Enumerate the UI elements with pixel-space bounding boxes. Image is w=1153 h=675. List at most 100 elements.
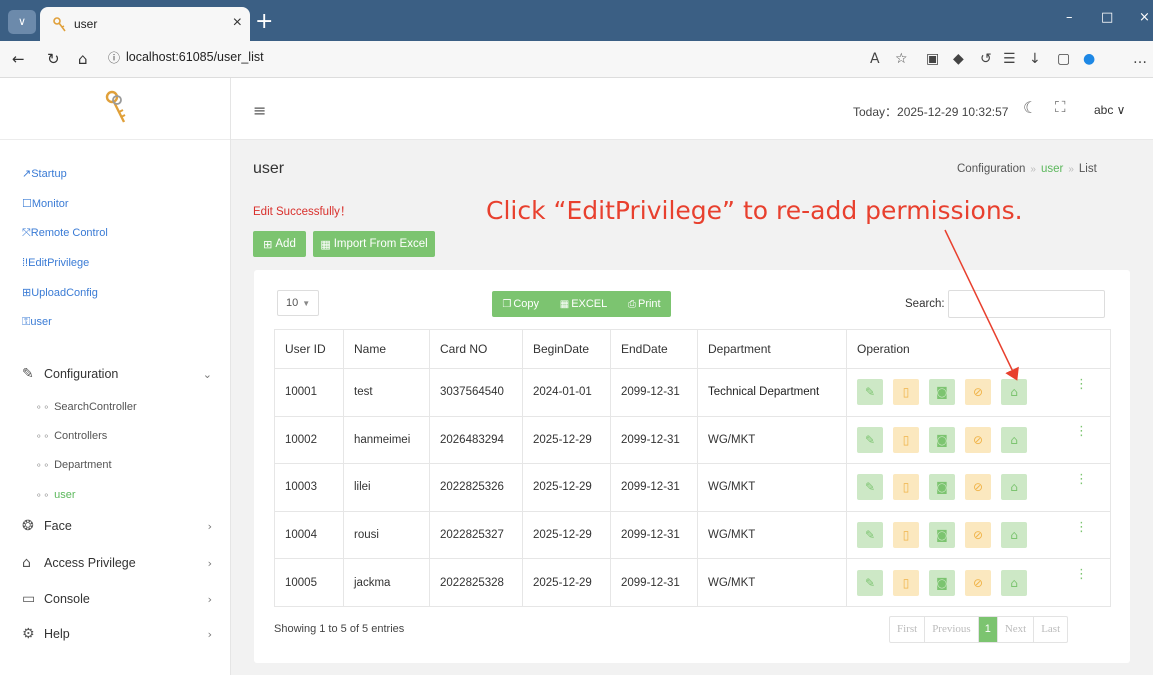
more-options-icon[interactable]: ⋮ <box>1075 472 1088 487</box>
column-header-begin-date[interactable]: BeginDate <box>522 329 611 369</box>
add-button[interactable]: ⊞ Add <box>253 231 306 257</box>
quick-link-editprivilege[interactable]: ⁞!EditPrivilege <box>22 257 89 269</box>
menu-configuration[interactable]: ✎ Configuration ⌄ <box>22 366 212 382</box>
camera-icon: ◙ <box>936 528 948 543</box>
search-label: Search: <box>905 298 945 310</box>
chevron-down-icon: ⌄ <box>202 368 212 381</box>
row-cell-department: WG/MKT <box>697 415 847 465</box>
copilot-icon[interactable]: ● <box>1083 51 1095 67</box>
back-icon[interactable]: ← <box>12 50 25 68</box>
disable-button[interactable]: ⊘ <box>965 522 991 549</box>
more-icon[interactable]: … <box>1133 51 1147 67</box>
menu-item-searchcontroller[interactable]: ⚬⚬ SearchController <box>35 401 137 413</box>
print-button[interactable]: ⎙ Print <box>628 298 661 310</box>
page-size-select[interactable]: 10 ▼ <box>277 290 319 316</box>
lock-button[interactable]: ⌂ <box>1001 379 1027 406</box>
column-header-department[interactable]: Department <box>697 329 847 369</box>
tab-actions-button[interactable]: ∨ <box>8 10 36 34</box>
excel-button[interactable]: ▦ EXCEL <box>560 298 608 310</box>
lock-icon: ⌂ <box>1010 432 1018 447</box>
reload-icon[interactable]: ↻ <box>47 50 60 68</box>
delete-button[interactable]: ▯ <box>893 474 919 501</box>
browser-tab[interactable]: user × <box>40 7 250 41</box>
menu-console[interactable]: ▭ Console › <box>22 591 212 607</box>
download-icon[interactable]: ↓ <box>1029 51 1041 67</box>
edit-button[interactable]: ✎ <box>857 379 883 406</box>
menu-access-privilege[interactable]: ⌂ Access Privilege › <box>22 555 212 571</box>
copy-button[interactable]: ❐ Copy <box>502 298 539 310</box>
column-header-end-date[interactable]: EndDate <box>610 329 698 369</box>
search-input[interactable] <box>948 290 1105 318</box>
fullscreen-icon[interactable]: ⛶ <box>1055 98 1066 116</box>
camera-button[interactable]: ◙ <box>929 474 955 501</box>
new-tab-button[interactable]: + <box>255 9 273 34</box>
screenshot-icon[interactable]: ▢ <box>1057 51 1070 67</box>
pager-first[interactable]: First <box>890 617 926 642</box>
row-cell-begin-date: 2025-12-29 <box>522 463 611 512</box>
delete-button[interactable]: ▯ <box>893 379 919 406</box>
extension-icon[interactable]: ▣ <box>926 51 939 67</box>
menu-item-controllers[interactable]: ⚬⚬ Controllers <box>35 430 107 442</box>
disable-button[interactable]: ⊘ <box>965 569 991 596</box>
lock-button[interactable]: ⌂ <box>1001 569 1027 596</box>
quick-link-remote-control[interactable]: ⤧Remote Control <box>22 227 108 240</box>
camera-button[interactable]: ◙ <box>929 379 955 406</box>
more-options-icon[interactable]: ⋮ <box>1075 377 1088 392</box>
refresh-extension-icon[interactable]: ↺ <box>980 51 992 67</box>
more-options-icon[interactable]: ⋮ <box>1075 424 1088 439</box>
quick-link-monitor[interactable]: ☐Monitor <box>22 197 69 210</box>
camera-button[interactable]: ◙ <box>929 426 955 453</box>
address-bar[interactable]: ⓘ localhost:61085/user_list <box>104 46 274 70</box>
delete-button[interactable]: ▯ <box>893 569 919 596</box>
quick-link-user[interactable]: ⚿user <box>22 316 52 329</box>
quick-link-startup[interactable]: ↗Startup <box>22 167 67 180</box>
camera-button[interactable]: ◙ <box>929 522 955 549</box>
disable-button[interactable]: ⊘ <box>965 379 991 406</box>
more-options-icon[interactable]: ⋮ <box>1075 520 1088 535</box>
menu-item-department[interactable]: ⚬⚬ Department <box>35 459 112 471</box>
user-menu[interactable]: abc ∨ <box>1094 103 1125 117</box>
home-icon[interactable]: ⌂ <box>78 50 88 68</box>
tab-close-icon[interactable]: × <box>233 14 242 32</box>
favorites-icon[interactable]: ☰ <box>1003 51 1016 67</box>
lock-button[interactable]: ⌂ <box>1001 474 1027 501</box>
menu-help[interactable]: ⚙ Help › <box>22 626 212 642</box>
copy-icon: ❐ <box>502 299 512 310</box>
maximize-button[interactable]: □ <box>1101 10 1113 25</box>
menu-face[interactable]: ❂ Face › <box>22 518 212 534</box>
quick-link-uploadconfig[interactable]: ⊞UploadConfig <box>22 286 98 299</box>
menu-toggle-icon[interactable]: ≡ <box>253 101 266 120</box>
close-window-button[interactable]: × <box>1139 10 1150 25</box>
lock-button[interactable]: ⌂ <box>1001 522 1027 549</box>
chevron-right-icon: › <box>207 593 212 606</box>
more-options-icon[interactable]: ⋮ <box>1075 567 1088 582</box>
edit-button[interactable]: ✎ <box>857 426 883 453</box>
extension-leaf-icon[interactable]: ◆ <box>953 51 964 67</box>
column-header-card-no[interactable]: Card NO <box>429 329 523 369</box>
minimize-button[interactable]: – <box>1066 10 1073 25</box>
breadcrumb-user[interactable]: user <box>1041 163 1063 175</box>
column-header-name[interactable]: Name <box>343 329 430 369</box>
breadcrumb-configuration[interactable]: Configuration <box>957 163 1025 175</box>
menu-item-user[interactable]: ⚬⚬ user <box>35 489 76 501</box>
edit-button[interactable]: ✎ <box>857 569 883 596</box>
favorite-star-icon[interactable]: ☆ <box>895 51 908 67</box>
pager-page-1[interactable]: 1 <box>978 617 998 642</box>
import-excel-button[interactable]: ▦ Import From Excel <box>313 231 435 257</box>
delete-button[interactable]: ▯ <box>893 522 919 549</box>
pager-previous[interactable]: Previous <box>925 617 979 642</box>
dark-mode-icon[interactable]: ☾ <box>1023 98 1037 117</box>
disable-button[interactable]: ⊘ <box>965 426 991 453</box>
delete-button[interactable]: ▯ <box>893 426 919 453</box>
edit-button[interactable]: ✎ <box>857 522 883 549</box>
pager-last[interactable]: Last <box>1034 617 1067 642</box>
camera-button[interactable]: ◙ <box>929 569 955 596</box>
column-header-user-id[interactable]: User ID <box>274 329 344 369</box>
pager-next[interactable]: Next <box>998 617 1035 642</box>
lock-button[interactable]: ⌂ <box>1001 426 1027 453</box>
site-info-icon[interactable]: ⓘ <box>108 49 120 66</box>
url-text[interactable]: localhost:61085/user_list <box>126 50 264 64</box>
edit-button[interactable]: ✎ <box>857 474 883 501</box>
disable-button[interactable]: ⊘ <box>965 474 991 501</box>
read-aloud-icon[interactable]: A <box>870 51 880 67</box>
